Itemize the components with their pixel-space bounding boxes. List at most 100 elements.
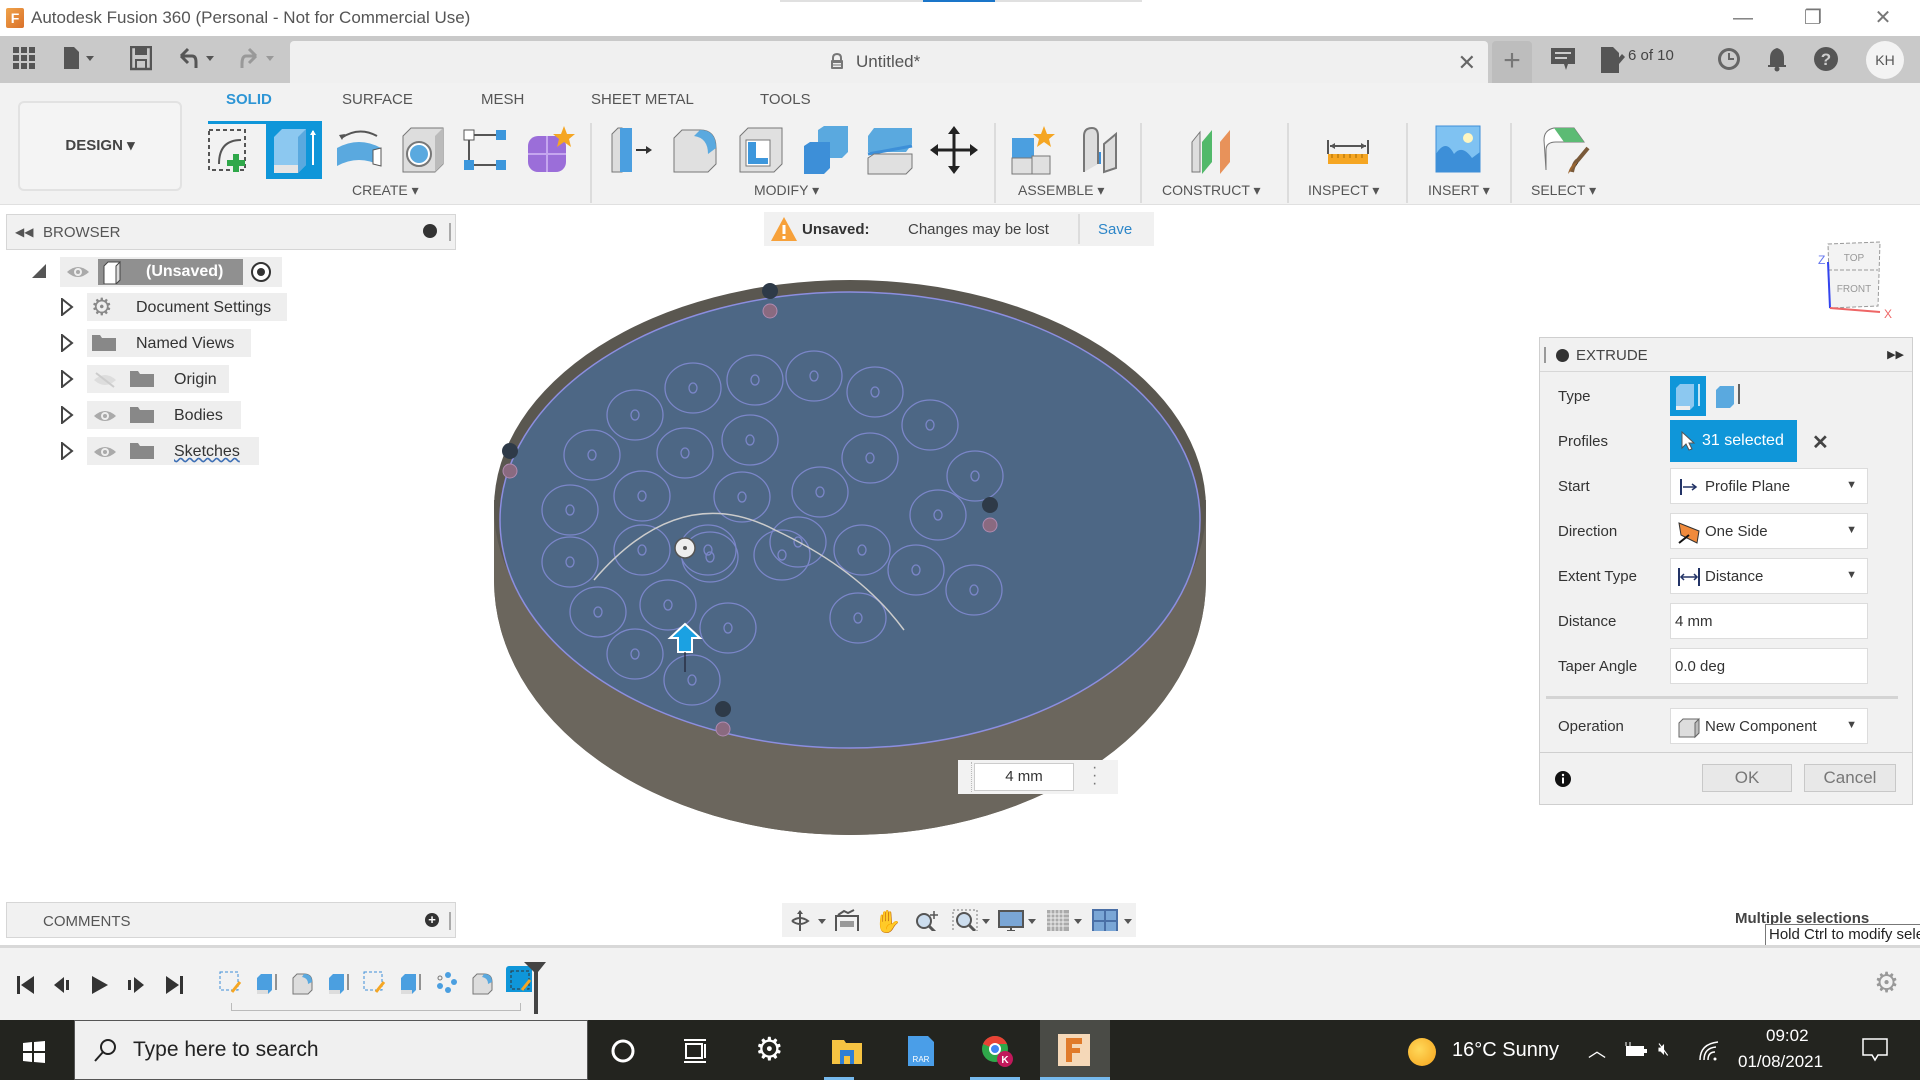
pan-hand-icon[interactable]: ✋ (874, 909, 901, 934)
visibility-eye-icon[interactable] (66, 264, 90, 280)
play-icon[interactable] (90, 975, 110, 995)
expand-arrow-icon[interactable] (60, 442, 74, 460)
cortana-icon[interactable] (606, 1034, 640, 1068)
select-menu[interactable]: SELECT ▾ (1531, 182, 1596, 199)
new-component-icon[interactable] (1008, 124, 1060, 176)
action-center-icon[interactable] (1862, 1038, 1888, 1062)
viewcube[interactable]: TOP FRONT Z X (1810, 236, 1910, 326)
browser-minimize-icon[interactable] (423, 224, 437, 238)
revolve-icon[interactable] (333, 124, 385, 176)
ok-button[interactable]: OK (1702, 764, 1792, 792)
assemble-menu[interactable]: ASSEMBLE ▾ (1018, 182, 1104, 199)
insert-image-icon[interactable] (1432, 124, 1484, 176)
chrome-profile-icon[interactable]: K (980, 1034, 1014, 1068)
split-body-icon[interactable] (864, 124, 916, 176)
offset-plane-icon[interactable] (1188, 124, 1240, 176)
viewport-distance-input[interactable]: 4 mm (974, 763, 1074, 791)
grid-settings-icon[interactable] (1046, 909, 1086, 931)
help-icon[interactable]: ? (1813, 46, 1839, 72)
select-icon[interactable] (1538, 124, 1590, 176)
expand-dialog-icon[interactable]: ▶▶ (1887, 348, 1904, 361)
task-view-icon[interactable] (678, 1034, 712, 1068)
fusion-taskbar-button[interactable] (1040, 1020, 1110, 1080)
pattern-icon[interactable] (460, 124, 512, 176)
drag-handle[interactable] (962, 762, 972, 792)
battery-icon[interactable] (1624, 1042, 1648, 1060)
save-icon[interactable] (130, 46, 152, 72)
insert-menu[interactable]: INSERT ▾ (1428, 182, 1490, 199)
timeline-extrude-feature[interactable] (398, 970, 424, 996)
extrude-header[interactable]: EXTRUDE ▶▶ (1540, 338, 1912, 372)
info-icon[interactable] (1554, 770, 1572, 788)
modify-menu[interactable]: MODIFY ▾ (754, 182, 819, 199)
timeline-settings-gear-icon[interactable]: ⚙ (1874, 966, 1899, 999)
weather-text[interactable]: 16°C Sunny (1452, 1039, 1559, 1062)
comments-resize-handle[interactable] (449, 912, 451, 930)
collapse-browser-icon[interactable]: ◀◀ (15, 225, 33, 239)
timeline-sketch-feature[interactable] (362, 970, 388, 996)
timeline-fillet-feature[interactable] (470, 970, 496, 996)
create-sketch-icon[interactable] (205, 124, 257, 176)
form-icon[interactable] (524, 124, 576, 176)
direction-dropdown[interactable]: One Side ▼ (1670, 513, 1868, 549)
press-pull-icon[interactable] (606, 124, 658, 176)
minimize-button[interactable]: — (1720, 4, 1766, 32)
zoom-icon[interactable] (914, 909, 942, 931)
fillet-icon[interactable] (670, 124, 722, 176)
viewcube-front-label[interactable]: FRONT (1837, 284, 1871, 295)
weather-sun-icon[interactable] (1408, 1038, 1436, 1066)
fit-icon[interactable] (952, 909, 992, 931)
distance-input[interactable]: 4 mm (1670, 603, 1868, 639)
browser-resize-handle[interactable] (449, 223, 451, 241)
file-menu-icon[interactable] (62, 46, 96, 72)
show-hidden-icons-chevron[interactable]: ︿ (1588, 1037, 1606, 1063)
extent-type-dropdown[interactable]: Distance ▼ (1670, 558, 1868, 594)
job-status-icon[interactable] (1600, 46, 1626, 74)
activate-radio-icon[interactable] (250, 261, 272, 283)
taper-angle-input[interactable]: 0.0 deg (1670, 648, 1868, 684)
settings-gear-icon[interactable]: ⚙ (755, 1030, 784, 1068)
file-explorer-icon[interactable] (830, 1034, 864, 1068)
shell-icon[interactable] (736, 124, 788, 176)
volume-muted-icon[interactable]: 🔇︎ (1658, 1039, 1669, 1060)
tab-surface[interactable]: SURFACE (342, 91, 413, 108)
timeline-extrude-feature[interactable] (254, 970, 280, 996)
step-back-icon[interactable] (52, 975, 72, 995)
visibility-eye-icon[interactable] (93, 408, 117, 424)
step-forward-icon[interactable] (126, 975, 146, 995)
tree-root-unsaved[interactable]: (Unsaved) (60, 257, 282, 287)
expand-arrow-icon[interactable] (60, 298, 74, 316)
close-window-button[interactable]: ✕ (1860, 4, 1906, 32)
viewports-icon[interactable] (1092, 909, 1136, 931)
history-clock-icon[interactable] (1716, 46, 1742, 72)
combine-icon[interactable] (800, 124, 852, 176)
clock-date[interactable]: 01/08/2021 (1738, 1052, 1823, 1072)
wifi-icon[interactable] (1698, 1040, 1720, 1062)
more-options-icon[interactable]: · · · (1092, 760, 1097, 792)
type-solid-button[interactable] (1670, 376, 1706, 416)
job-status-count[interactable]: 6 of 10 (1628, 47, 1674, 64)
save-link[interactable]: Save (1098, 221, 1132, 238)
winrar-icon[interactable]: RAR (904, 1034, 938, 1068)
dialog-drag-handle[interactable] (1544, 347, 1546, 363)
timeline-marker[interactable] (520, 958, 550, 1014)
expand-arrow-icon[interactable] (60, 370, 74, 388)
timeline-extrude-feature[interactable] (326, 970, 352, 996)
clock-time[interactable]: 09:02 (1766, 1026, 1809, 1046)
hole-icon[interactable] (397, 124, 449, 176)
joint-icon[interactable] (1074, 124, 1126, 176)
redo-icon[interactable] (238, 46, 278, 72)
display-settings-icon[interactable] (998, 909, 1038, 931)
windows-start-icon[interactable] (22, 1040, 46, 1064)
tree-collapse-icon[interactable] (30, 262, 48, 280)
thin-extrude-icon[interactable] (1712, 378, 1748, 414)
tab-solid[interactable]: SOLID (226, 91, 272, 108)
move-copy-icon[interactable] (928, 124, 980, 176)
workspace-switcher[interactable]: DESIGN ▾ (18, 101, 182, 191)
visibility-eye-icon[interactable] (93, 444, 117, 460)
collapse-dialog-icon[interactable] (1556, 349, 1569, 362)
close-tab-button[interactable]: ✕ (1458, 50, 1476, 76)
tab-tools[interactable]: TOOLS (760, 91, 811, 108)
tab-mesh[interactable]: MESH (481, 91, 524, 108)
expand-arrow-icon[interactable] (60, 334, 74, 352)
